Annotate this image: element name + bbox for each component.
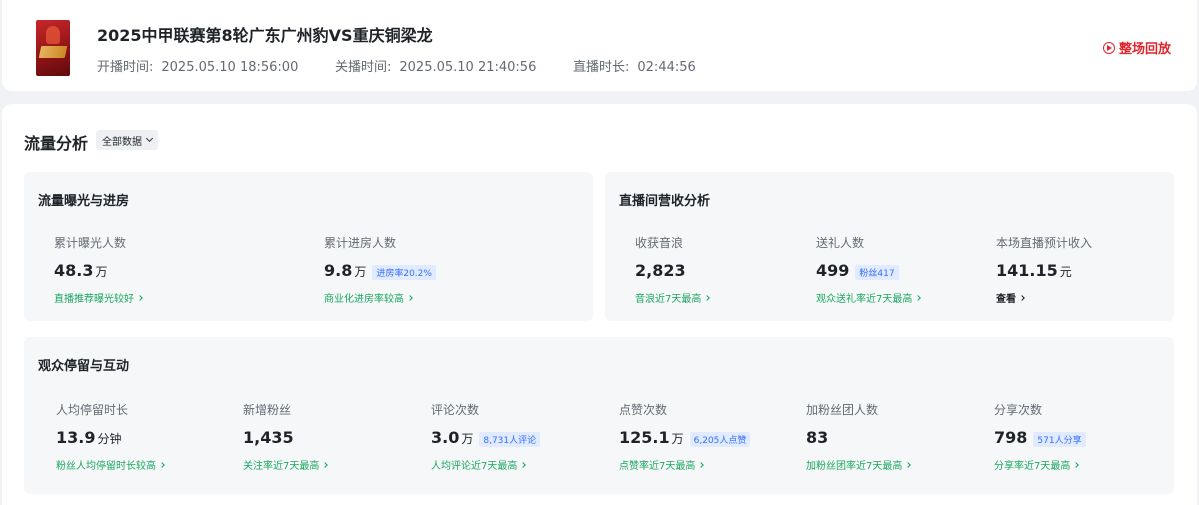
full-replay-button[interactable]: 整场回放 <box>1102 38 1171 57</box>
metric-exposure-count: 累计曝光人数 48.3 万 直播推荐曝光较好 <box>54 234 143 305</box>
chevron-right-icon <box>407 294 413 301</box>
metric-sound-waves: 收获音浪 2,823 音浪近7天最高 <box>635 234 711 305</box>
metric-entry-count: 累计进房人数 9.8 万进房率20.2% 商业化进房率较高 <box>324 234 436 305</box>
chevron-right-icon <box>698 461 705 468</box>
fans-badge: 粉丝417 <box>855 265 899 280</box>
traffic-analysis-card: 流量分析 全部数据 流量曝光与进房 累计曝光人数 48.3 万 直播推荐曝光较好 … <box>2 104 1197 505</box>
commenters-badge: 8,731人评论 <box>479 432 541 447</box>
live-duration: 直播时长: 02:44:56 <box>573 60 696 75</box>
insight-link[interactable]: 直播推荐曝光较好 <box>54 290 143 305</box>
panel-title: 观众停留与互动 <box>38 359 130 374</box>
entry-rate-badge: 进房率20.2% <box>372 265 436 280</box>
insight-link[interactable]: 点赞率近7天最高 <box>619 457 750 472</box>
chevron-right-icon <box>915 294 922 301</box>
metric-gift-senders: 送礼人数 499 粉丝417 观众送礼率近7天最高 <box>816 234 922 305</box>
chevron-right-icon <box>520 461 527 468</box>
section-title: 流量分析 <box>24 134 89 153</box>
metric-shares: 分享次数 798 571人分享 分享率近7天最高 <box>994 401 1086 472</box>
insight-link[interactable]: 粉丝人均停留时长较高 <box>56 457 165 472</box>
metric-likes: 点赞次数 125.1 万 6,205人点赞 点赞率近7天最高 <box>619 401 751 472</box>
live-title: 2025中甲联赛第8轮广东广州豹VS重庆铜梁龙 <box>97 26 433 45</box>
view-income-link[interactable]: 查看 <box>996 290 1092 305</box>
insight-link[interactable]: 分享率近7天最高 <box>994 457 1086 472</box>
chevron-right-icon <box>1019 294 1025 301</box>
live-session-header: 2025中甲联赛第8轮广东广州豹VS重庆铜梁龙 开播时间: 2025.05.10 … <box>2 0 1197 91</box>
start-time: 开播时间: 2025.05.10 18:56:00 <box>97 60 299 75</box>
insight-link[interactable]: 关注率近7天最高 <box>243 457 329 472</box>
insight-link[interactable]: 加粉丝团率近7天最高 <box>806 457 912 472</box>
panel-title: 直播间营收分析 <box>619 194 711 209</box>
sharers-badge: 571人分享 <box>1033 432 1086 447</box>
chevron-right-icon <box>704 294 711 301</box>
live-cover-thumbnail <box>36 20 70 76</box>
data-scope-dropdown[interactable]: 全部数据 <box>96 130 158 150</box>
chevron-right-icon <box>905 461 912 468</box>
exposure-panel: 流量曝光与进房 累计曝光人数 48.3 万 直播推荐曝光较好 累计进房人数 9.8… <box>24 172 593 321</box>
insight-link[interactable]: 音浪近7天最高 <box>635 290 711 305</box>
chevron-right-icon <box>159 461 165 468</box>
chevron-right-icon <box>322 461 329 468</box>
metric-fan-club-joins: 加粉丝团人数 83 加粉丝团率近7天最高 <box>806 401 912 472</box>
chevron-right-icon <box>1073 461 1080 468</box>
play-circle-icon <box>1102 41 1115 54</box>
chevron-right-icon <box>137 294 143 301</box>
chevron-down-icon <box>145 134 154 143</box>
panel-title: 流量曝光与进房 <box>38 194 130 209</box>
end-time: 关播时间: 2025.05.10 21:40:56 <box>335 60 537 75</box>
insight-link[interactable]: 商业化进房率较高 <box>324 290 436 305</box>
insight-link[interactable]: 观众送礼率近7天最高 <box>816 290 922 305</box>
metric-comments: 评论次数 3.0 万 8,731人评论 人均评论近7天最高 <box>431 401 541 472</box>
engagement-panel: 观众停留与互动 人均停留时长 13.9 分钟 粉丝人均停留时长较高 新增粉丝 1,… <box>24 337 1174 494</box>
likers-badge: 6,205人点赞 <box>689 432 751 447</box>
insight-link[interactable]: 人均评论近7天最高 <box>431 457 540 472</box>
metric-new-followers: 新增粉丝 1,435 关注率近7天最高 <box>243 401 329 472</box>
revenue-panel: 直播间营收分析 收获音浪 2,823 音浪近7天最高 送礼人数 499 粉丝417… <box>605 172 1174 321</box>
metric-avg-stay: 人均停留时长 13.9 分钟 粉丝人均停留时长较高 <box>56 401 165 472</box>
metric-estimated-income: 本场直播预计收入 141.15 元 查看 <box>996 236 1093 305</box>
